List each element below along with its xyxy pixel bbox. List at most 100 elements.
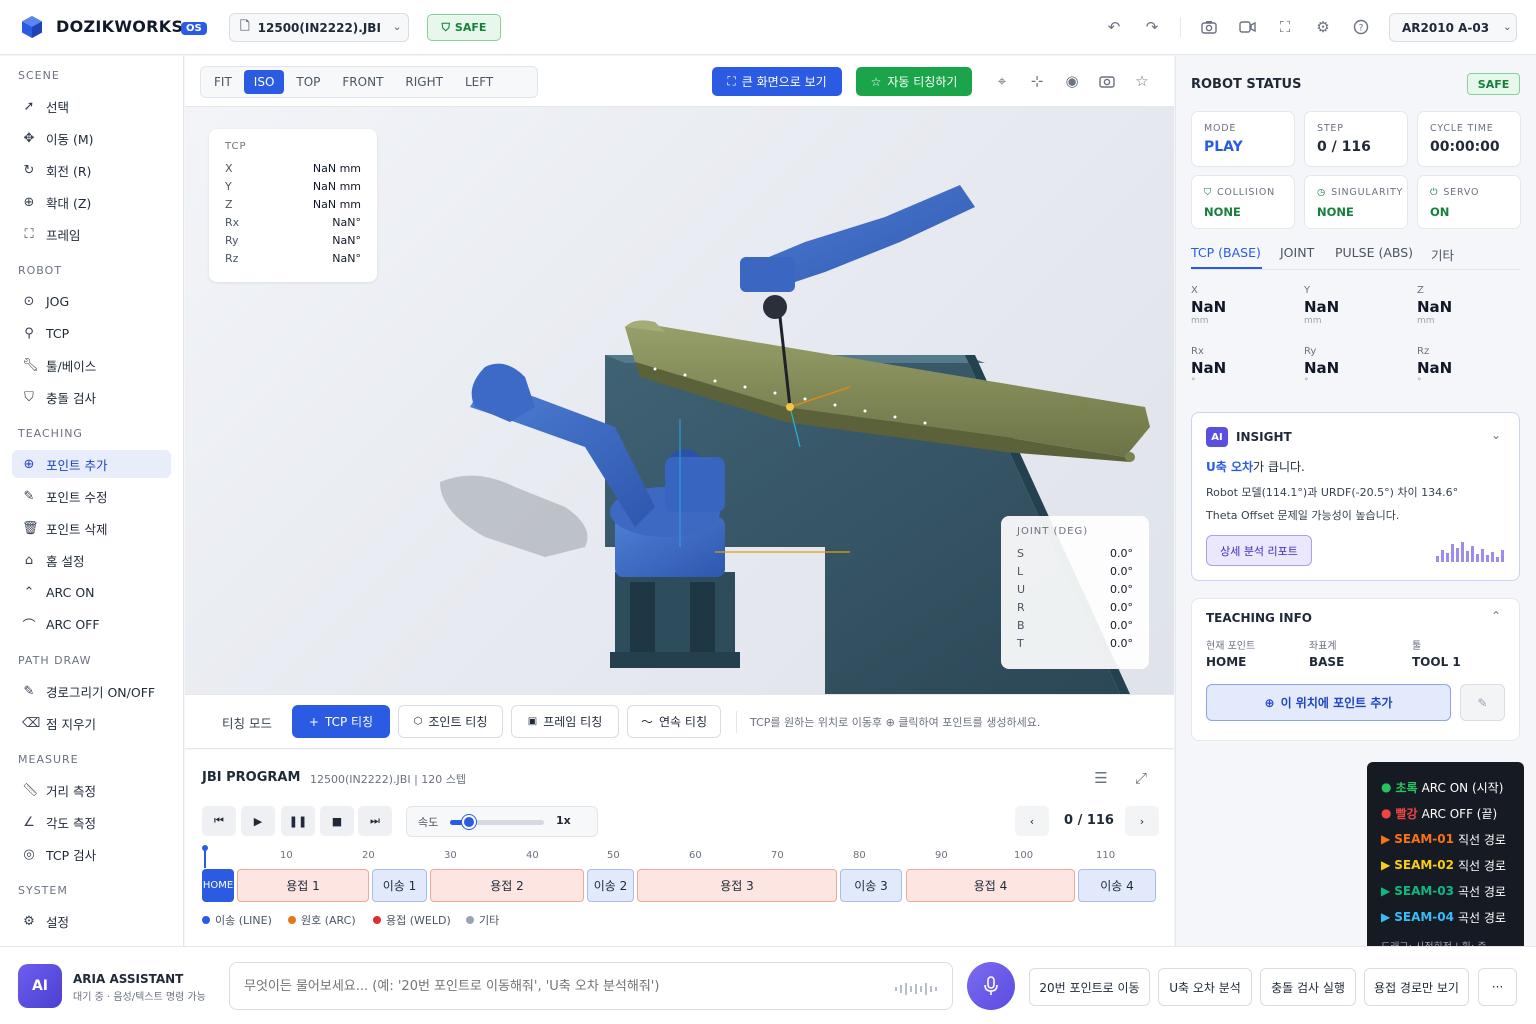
view-tab-iso[interactable]: ISO [243,70,285,94]
auto-teach-button[interactable]: ☆ 자동 티칭하기 [856,67,972,96]
expand-icon[interactable]: ⤢ [1131,768,1151,788]
sidebar-item-arc-off[interactable]: ⌒ ARC OFF [12,610,171,638]
legend-weld: 용접 (WELD) [373,912,451,928]
view-tab-right[interactable]: RIGHT [395,70,453,94]
screenshot-icon[interactable] [1097,71,1117,91]
legend-strong: 빨강 [1395,806,1418,821]
legend-strong: SEAM-04 [1394,910,1454,924]
timeline-home-segment[interactable]: HOME [202,869,234,902]
sidebar-item-tcp[interactable]: ⚲ TCP [12,319,171,347]
more-options-button[interactable]: ··· [1478,968,1517,1006]
trash-icon: 🗑︎ [22,520,39,536]
sidebar-item-delete-point[interactable]: 🗑︎ 포인트 삭제 [12,514,171,542]
collision-stat-card: ⛉ COLLISION NONE [1191,175,1295,229]
sidebar-item-zoom[interactable]: ⊕ 확대 (Z) [12,188,171,216]
file-selector[interactable]: 🗋 12500(IN2222).JBI ⌄ [229,13,409,42]
continuous-teach-button[interactable]: 〜 연속 티칭 [627,705,721,738]
redo-icon[interactable]: ↷ [1142,17,1162,37]
assistant-input[interactable] [244,975,884,997]
ruler-icon: 📏︎ [22,782,39,798]
sidebar-item-erase-points[interactable]: ⌫ 점 지우기 [12,709,171,737]
fullscreen-icon[interactable]: ⛶ [1275,17,1295,37]
robot-model-selector[interactable]: AR2010 A-03 ⌄ [1389,13,1517,42]
eye-icon[interactable]: ◉ [1062,71,1082,91]
sidebar-item-add-point[interactable]: ⊕ 포인트 추가 [12,450,171,478]
skip-end-button[interactable]: ⏭︎ [358,806,392,836]
sidebar-item-home[interactable]: ⌂ 홈 설정 [12,546,171,574]
tab-joint[interactable]: JOINT [1280,245,1314,260]
sidebar-item-move[interactable]: ✥ 이동 (M) [12,124,171,152]
view-tab-left[interactable]: LEFT [455,70,503,94]
sidebar-item-edit-point[interactable]: ✎ 포인트 수정 [12,482,171,510]
legend-marker: ▶ [1381,858,1391,872]
frame-teach-button[interactable]: ▣ 프레임 티칭 [511,705,619,738]
sidebar-item-collision[interactable]: ⛉ 충돌 검사 [12,383,171,411]
focus-icon[interactable]: ⊹ [1027,71,1047,91]
sidebar-item-tool-base[interactable]: 🔧︎ 툴/베이스 [12,351,171,379]
sidebar-item-tcp-check[interactable]: ◎ TCP 검사 [12,840,171,868]
stop-button[interactable]: ■ [320,806,354,836]
sidebar-item-distance[interactable]: 📏︎ 거리 측정 [12,776,171,804]
timeline-move-segment[interactable]: 이송 1 [372,869,427,902]
skip-start-button[interactable]: ⏮︎ [202,806,236,836]
quick-chip-move-point[interactable]: 20번 포인트로 이동 [1029,968,1150,1006]
sidebar-item-path-toggle[interactable]: ✎ 경로그리기 ON/OFF [12,677,171,705]
tab-other[interactable]: 기타 [1431,245,1454,264]
undo-icon[interactable]: ↶ [1104,17,1124,37]
microphone-button[interactable] [967,962,1015,1010]
sidebar-item-jog[interactable]: ⊙ JOG [12,287,171,315]
speed-slider[interactable] [450,815,544,829]
quick-chip-collision[interactable]: 충돌 검사 실행 [1260,968,1356,1006]
sidebar-item-settings[interactable]: ⚙ 설정 [12,907,171,935]
quick-chip-weld-path[interactable]: 용접 경로만 보기 [1364,968,1469,1006]
timeline-move-segment[interactable]: 이송 4 [1078,869,1156,902]
tab-tcp-base[interactable]: TCP (BASE) [1191,245,1261,260]
cycle-time-stat-card: CYCLE TIME 00:00:00 [1417,111,1521,167]
pause-button[interactable]: ❚❚ [281,806,315,836]
tcp-teach-button[interactable]: + TCP 티칭 [292,705,390,738]
timeline-move-segment[interactable]: 이송 3 [840,869,902,902]
detail-report-button[interactable]: 상세 분석 리포트 [1206,535,1312,566]
big-view-button[interactable]: ⛶ 큰 화면으로 보기 [712,67,842,96]
legend-text: ARC OFF (끝) [1421,806,1498,821]
prev-step-button[interactable]: ‹ [1015,806,1049,836]
chevron-down-icon[interactable]: ⌄ [1491,428,1501,442]
chevron-up-icon[interactable]: ⌃ [1491,609,1501,623]
legend-text: 곡선 경로 [1457,910,1506,925]
waveform-bar [1451,544,1454,562]
crosshair-icon[interactable]: ⌖ [992,71,1012,91]
view-tab-fit[interactable]: FIT [204,70,242,94]
timeline-weld-segment[interactable]: 용접 3 [637,869,837,902]
sidebar-item-select[interactable]: ➚ 선택 [12,92,171,120]
wrench-icon: 🔧︎ [22,357,39,373]
timeline-move-segment[interactable]: 이송 2 [587,869,634,902]
timeline-weld-segment[interactable]: 용접 4 [906,869,1075,902]
play-button[interactable]: ▶ [241,806,275,836]
video-icon[interactable] [1237,17,1257,37]
joint-value: 0.0° [1110,618,1133,632]
sidebar-item-frame[interactable]: ⛶ 프레임 [12,220,171,248]
list-icon[interactable]: ☰ [1091,768,1111,788]
quick-chip-u-axis[interactable]: U축 오차 분석 [1158,968,1252,1006]
next-step-button[interactable]: › [1125,806,1159,836]
add-point-here-button[interactable]: ⊕ 이 위치에 포인트 추가 [1206,684,1451,721]
speed-slider-handle[interactable] [461,815,476,829]
edit-point-button[interactable]: ✎ [1460,684,1505,721]
legend-text: ARC ON (시작) [1421,780,1504,795]
sidebar-item-rotate[interactable]: ↻ 회전 (R) [12,156,171,184]
sidebar-item-angle[interactable]: ∠ 각도 측정 [12,808,171,836]
timeline-weld-segment[interactable]: 용접 1 [237,869,369,902]
view-tab-top[interactable]: TOP [286,70,330,94]
settings-icon[interactable]: ⚙ [1313,17,1333,37]
camera-icon[interactable] [1199,17,1219,37]
timeline-weld-segment[interactable]: 용접 2 [430,869,584,902]
view-tab-front[interactable]: FRONT [332,70,393,94]
gear-icon: ⚙ [23,913,35,929]
favorite-icon[interactable]: ☆ [1132,71,1152,91]
joint-teach-button[interactable]: ⬡ 조인트 티칭 [398,705,503,738]
target-icon: ◎ [23,846,35,862]
sidebar-item-arc-on[interactable]: ⌃ ARC ON [12,578,171,606]
tab-pulse[interactable]: PULSE (ABS) [1335,245,1413,260]
assistant-input-box[interactable] [229,962,953,1010]
help-icon[interactable]: ? [1351,17,1371,37]
